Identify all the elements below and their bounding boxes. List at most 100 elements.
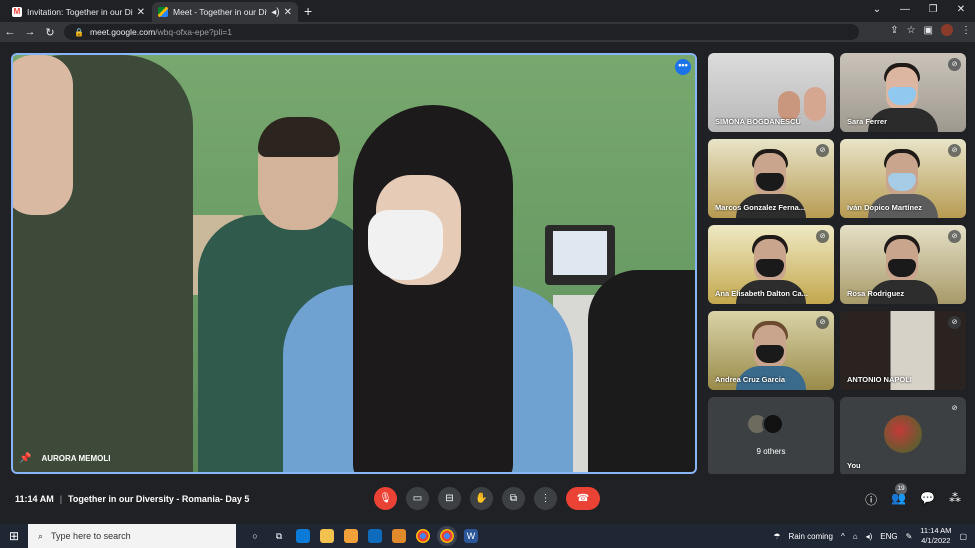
participant-tile[interactable]: ⊘ ANTONIO NAPOLI	[840, 311, 966, 390]
mic-off-icon: ⊘	[816, 144, 829, 157]
taskbar-search[interactable]: ⌕ Type here to search	[28, 524, 236, 548]
info-icon[interactable]: ⓘ	[865, 491, 877, 508]
participant-tile[interactable]: ⊘ Marcos Gonzalez Ferna...	[708, 139, 834, 218]
forward-icon[interactable]: →	[20, 26, 40, 38]
side-panel-icon[interactable]: ▣	[924, 25, 933, 36]
mic-off-icon: ⊘	[816, 230, 829, 243]
close-tab-icon[interactable]: ✕	[284, 7, 292, 18]
main-tile-name: 📌 AURORA MEMOLI	[19, 453, 110, 464]
avatar	[762, 413, 784, 435]
mic-off-button[interactable]: 🎙	[374, 487, 397, 510]
browser-tab-strip: M Invitation: Together in our Divers ✕ M…	[0, 0, 975, 22]
search-placeholder: Type here to search	[51, 531, 131, 541]
minimize-icon[interactable]: —	[891, 0, 919, 22]
side-controls: ⓘ 👥 💬 ⁂	[865, 491, 961, 508]
weather-text[interactable]: Rain coming	[788, 532, 832, 541]
call-controls: 🎙 ▭ ⊟ ✋ ⧉ ⋮ ☎	[374, 487, 600, 510]
browser-menu-icon[interactable]: ⋮	[961, 25, 971, 36]
cortana-icon[interactable]: ○	[248, 529, 262, 543]
camera-button[interactable]: ▭	[406, 487, 429, 510]
mic-off-icon: ⊘	[948, 58, 961, 71]
meet-icon	[158, 7, 168, 17]
notification-icon[interactable]: ▢	[959, 532, 967, 541]
meeting-time: 11:14 AM	[15, 494, 54, 504]
participant-tile[interactable]: ⊘ Ana Elisabeth Dalton Ca...	[708, 225, 834, 304]
clock-time: 11:14 AM	[920, 526, 952, 535]
chat-icon[interactable]: 💬	[920, 491, 935, 508]
main-video-tile[interactable]: ••• 📌 AURORA MEMOLI	[11, 53, 697, 474]
toolbar-icons: ⇪ ☆ ▣ ⋮	[890, 24, 971, 36]
participant-name: You	[847, 461, 861, 470]
self-tile[interactable]: ⊘ You	[840, 397, 966, 476]
participant-name: SIMONA BOGDANESCU	[715, 117, 801, 126]
mail-icon[interactable]	[368, 529, 382, 543]
tab-meet[interactable]: Meet - Together in our Divers ◂) ✕	[152, 2, 298, 22]
video-person-left-head	[13, 55, 73, 215]
participant-tile[interactable]: ⊘ Rosa Rodriguez	[840, 225, 966, 304]
meeting-title: Together in our Diversity - Romania- Day…	[68, 494, 250, 504]
system-tray: ☂ Rain coming ^ ⌂ ◂) ENG ✎ 11:14 AM 4/1/…	[773, 524, 975, 548]
network-icon[interactable]: ⌂	[853, 532, 858, 541]
close-tab-icon[interactable]: ✕	[137, 7, 145, 18]
address-bar[interactable]: 🔒 meet.google.com /wbq-ofxa-epe?pli=1	[64, 24, 859, 40]
settings-app-icon[interactable]	[392, 529, 406, 543]
participant-name: Iván Dopico Martínez	[847, 203, 923, 212]
store-icon[interactable]	[344, 529, 358, 543]
chrome-icon[interactable]	[416, 529, 430, 543]
gmail-icon: M	[12, 7, 22, 17]
volume-icon[interactable]: ◂)	[866, 532, 873, 541]
present-button[interactable]: ⧉	[502, 487, 525, 510]
mic-off-icon: ⊘	[948, 230, 961, 243]
separator: |	[59, 494, 63, 504]
video-frame	[545, 225, 615, 285]
windows-start-icon[interactable]: ⊞	[0, 529, 28, 543]
pin-icon[interactable]: 📌	[19, 453, 31, 464]
participant-tile[interactable]: ⊘ Andrea Cruz Garcia	[708, 311, 834, 390]
more-icon[interactable]: •••	[675, 59, 691, 75]
new-tab-button[interactable]: +	[304, 3, 312, 19]
raise-hand-button[interactable]: ✋	[470, 487, 493, 510]
profile-avatar[interactable]	[941, 24, 953, 36]
reload-icon[interactable]: ↻	[40, 26, 60, 39]
taskbar-apps: ○ ⧉ W	[248, 526, 478, 546]
clock[interactable]: 11:14 AM 4/1/2022	[920, 526, 951, 546]
participant-tile[interactable]: SIMONA BOGDANESCU	[708, 53, 834, 132]
edge-icon[interactable]	[296, 529, 310, 543]
people-icon[interactable]: 👥	[891, 491, 906, 508]
participant-name: Marcos Gonzalez Ferna...	[715, 203, 806, 212]
browser-toolbar: ← → ↻ 🔒 meet.google.com /wbq-ofxa-epe?pl…	[0, 22, 975, 42]
bookmark-star-icon[interactable]: ☆	[907, 25, 916, 36]
tab-invitation[interactable]: M Invitation: Together in our Divers ✕	[6, 2, 151, 22]
share-icon[interactable]: ⇪	[890, 25, 898, 36]
captions-button[interactable]: ⊟	[438, 487, 461, 510]
tab-search-icon[interactable]: ⌄	[863, 0, 891, 22]
meeting-info: 11:14 AM | Together in our Diversity - R…	[15, 494, 249, 504]
participant-tile[interactable]: ⊘ Iván Dopico Martínez	[840, 139, 966, 218]
more-options-button[interactable]: ⋮	[534, 487, 557, 510]
participant-name: Sara Ferrer	[847, 117, 888, 126]
language-indicator[interactable]: ENG	[880, 532, 897, 541]
video-person-center-hair	[353, 105, 513, 472]
video-person-center-mask	[368, 210, 443, 280]
tray-chevron-icon[interactable]: ^	[841, 532, 845, 541]
participant-tile[interactable]: ⊘ Sara Ferrer	[840, 53, 966, 132]
mic-off-icon: ⊘	[948, 144, 961, 157]
end-call-button[interactable]: ☎	[566, 487, 600, 510]
word-icon[interactable]: W	[464, 529, 478, 543]
task-view-icon[interactable]: ⧉	[272, 529, 286, 543]
url-path: /wbq-ofxa-epe?pli=1	[155, 27, 232, 37]
activities-icon[interactable]: ⁂	[949, 491, 961, 508]
maximize-icon[interactable]: ❐	[919, 0, 947, 22]
meeting-controls-bar: 11:14 AM | Together in our Diversity - R…	[0, 474, 975, 524]
chrome-active-icon[interactable]	[437, 526, 457, 546]
file-explorer-icon[interactable]	[320, 529, 334, 543]
back-icon[interactable]: ←	[0, 26, 20, 38]
video-person-right	[588, 270, 695, 472]
windows-taskbar: ⊞ ⌕ Type here to search ○ ⧉ W ☂ Rain com…	[0, 524, 975, 548]
pen-icon[interactable]: ✎	[906, 532, 913, 541]
mic-off-icon: ⊘	[948, 402, 961, 415]
participant-name: Ana Elisabeth Dalton Ca...	[715, 289, 808, 298]
close-window-icon[interactable]: ✕	[947, 0, 975, 22]
speaker-icon[interactable]: ◂)	[271, 7, 279, 18]
others-tile[interactable]: 9 others	[708, 397, 834, 476]
